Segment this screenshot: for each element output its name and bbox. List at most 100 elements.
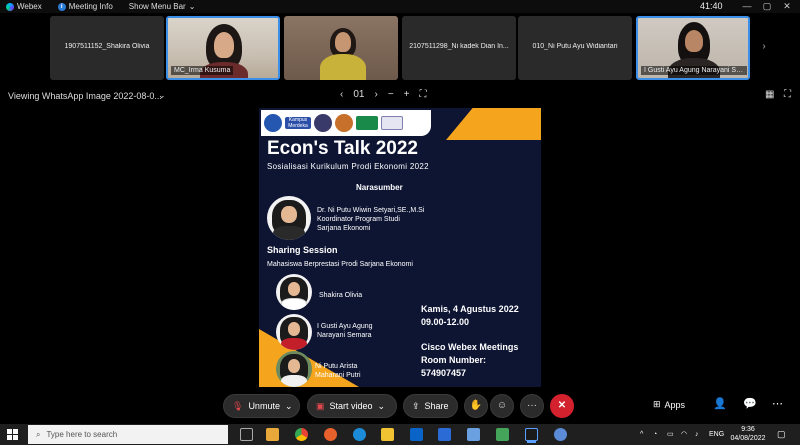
mail-icon[interactable] (438, 428, 451, 441)
university-seal-icon (314, 114, 332, 132)
poster-subtitle: Sosialisasi Kurikulum Prodi Ekonomi 2022 (267, 162, 429, 171)
chrome-icon[interactable] (295, 428, 308, 441)
next-page-icon[interactable]: › (374, 89, 377, 100)
share-button[interactable]: ⇪ Share (403, 394, 458, 418)
webex-taskbar-icon[interactable] (525, 428, 538, 441)
event-time: 09.00-12.00 (421, 317, 470, 327)
student-name: Shakira Olivia (319, 292, 363, 299)
student-avatar (276, 314, 312, 350)
sharing-session-subtitle: Mahasiswa Berprestasi Prodi Sarjana Ekon… (267, 261, 413, 268)
clock-time: 9:36 (741, 426, 755, 433)
kampus-merdeka-logo: Kampus Merdeka (285, 117, 311, 129)
viewing-label[interactable]: Viewing WhatsApp Image 2022-08-0... (8, 91, 162, 101)
event-platform: Cisco Webex Meetings (421, 342, 519, 352)
faculty-shield-icon (335, 114, 353, 132)
start-video-label: Start video (329, 401, 373, 411)
wifi-icon[interactable]: ◠ (681, 424, 687, 445)
battery-icon[interactable]: ▭ (667, 424, 674, 445)
task-view-icon[interactable] (240, 428, 253, 441)
apps-button[interactable]: ⊞ Apps (653, 399, 685, 410)
narasumber-heading: Narasumber (356, 183, 403, 192)
apps-label: Apps (664, 399, 686, 410)
meeting-timer: 41:40 (700, 1, 723, 11)
prev-page-icon[interactable]: ‹ (340, 89, 343, 100)
notifications-icon[interactable]: ▢ (777, 424, 786, 445)
accreditation-logo-icon (356, 116, 378, 130)
strip-next-icon[interactable]: › (758, 37, 770, 57)
participant-name: 2107511298_Ni kadek Dian In... (409, 43, 509, 50)
participant-name: 010_Ni Putu Ayu Widiantari (532, 43, 618, 50)
info-icon: i (57, 2, 66, 11)
more-menu-icon[interactable]: ⋯ (772, 397, 783, 410)
minimize-button[interactable]: — (740, 0, 754, 13)
chevron-down-icon[interactable]: ⌄ (285, 401, 293, 412)
chevron-down-icon[interactable]: ⌄ (378, 401, 386, 412)
file-explorer-icon[interactable] (381, 428, 394, 441)
app-icon[interactable] (410, 428, 423, 441)
unmute-button[interactable]: 🎙 Unmute ⌄ (223, 394, 300, 418)
language-indicator[interactable]: ENG (709, 424, 724, 445)
student-name: Ni Putu Arista Maharani Putri (315, 363, 361, 379)
app-icon[interactable] (554, 428, 567, 441)
participant-tile[interactable]: 1907511152_Shakira Olivia (50, 16, 164, 80)
reactions-button[interactable]: ☺ (490, 394, 514, 418)
more-options-button[interactable]: ··· (520, 394, 544, 418)
participant-tile[interactable]: 010_Ni Putu Ayu Widiantari (518, 16, 632, 80)
participant-tile[interactable]: MC_Irma Kusuma (166, 16, 280, 80)
mic-muted-icon: 🎙 (232, 400, 244, 411)
windows-start-icon[interactable] (7, 429, 18, 440)
share-screen-icon: ⇪ (412, 400, 420, 411)
show-menu-label: Show Menu Bar (128, 2, 186, 11)
leave-meeting-button[interactable]: ✕ (550, 394, 574, 418)
title-bar: Webex i Meeting Info Show Menu Bar ⌄ 41:… (0, 0, 800, 13)
chevron-down-icon: ⌄ (188, 2, 196, 11)
firefox-icon[interactable] (324, 428, 337, 441)
start-video-button[interactable]: ▣ Start video ⌄ (307, 394, 397, 418)
participant-name: I Gusti Ayu Agung Narayani Se... (641, 66, 747, 75)
speaker-avatar (267, 196, 311, 240)
store-icon[interactable] (266, 428, 279, 441)
show-menu-bar-button[interactable]: Show Menu Bar ⌄ (129, 2, 196, 11)
participant-tile[interactable] (284, 16, 398, 80)
chevron-down-icon[interactable]: ⌄ (158, 90, 166, 101)
edge-icon[interactable] (353, 428, 366, 441)
logo-bar: Kampus Merdeka (261, 110, 431, 136)
participants-icon[interactable]: 👤 (713, 397, 727, 410)
tut-wuri-logo-icon (264, 114, 282, 132)
close-window-button[interactable]: ✕ (780, 0, 794, 13)
fullscreen-icon[interactable]: ⛶ (784, 89, 791, 100)
student-avatar (276, 274, 312, 310)
zoom-out-icon[interactable]: − (388, 89, 394, 100)
fit-screen-icon[interactable]: ⛶ (420, 89, 427, 100)
speaker-info: Dr. Ni Putu Wiwin Setyari,SE.,M.Si Koord… (317, 207, 425, 232)
taskbar-clock[interactable]: 9:36 04/08/2022 (728, 425, 768, 443)
camera-off-icon: ▣ (316, 400, 325, 411)
participant-name: MC_Irma Kusuma (171, 66, 234, 75)
participant-tile[interactable]: 2107511298_Ni kadek Dian In... (402, 16, 516, 80)
page-zoom-controls: ‹ 01 › − + ⛶ (340, 89, 427, 100)
raise-hand-button[interactable]: ✋ (464, 394, 488, 418)
participant-face (335, 32, 351, 52)
participant-strip: 1907511152_Shakira Olivia MC_Irma Kusuma… (0, 16, 800, 82)
chat-icon[interactable]: 💬 (743, 397, 757, 410)
network-icon[interactable]: ◔ (653, 424, 657, 445)
maximize-button[interactable]: ▢ (760, 0, 774, 13)
zoom-in-icon[interactable]: + (404, 89, 410, 100)
webex-logo-icon (6, 2, 14, 11)
clock-date: 04/08/2022 (730, 435, 766, 442)
participant-face (214, 32, 234, 58)
search-placeholder: Type here to search (46, 430, 118, 439)
taskbar-search[interactable]: ⌕ Type here to search (28, 425, 228, 444)
unmute-label: Unmute (248, 401, 280, 411)
volume-icon[interactable]: ♪ (695, 424, 699, 445)
grid-layout-icon[interactable]: ▦ (765, 89, 774, 100)
app-icon[interactable] (467, 428, 480, 441)
meeting-controls: 🎙 Unmute ⌄ ▣ Start video ⌄ ⇪ Share ✋ ☺ ·… (0, 394, 800, 418)
program-logo-icon (381, 116, 403, 130)
app-icon[interactable] (496, 428, 509, 441)
app-name: Webex (17, 2, 42, 11)
student-avatar (276, 351, 312, 387)
meeting-info-button[interactable]: i Meeting Info (57, 2, 113, 11)
participant-tile[interactable]: I Gusti Ayu Agung Narayani Se... (636, 16, 750, 80)
tray-chevron-icon[interactable]: ^ (640, 424, 643, 445)
